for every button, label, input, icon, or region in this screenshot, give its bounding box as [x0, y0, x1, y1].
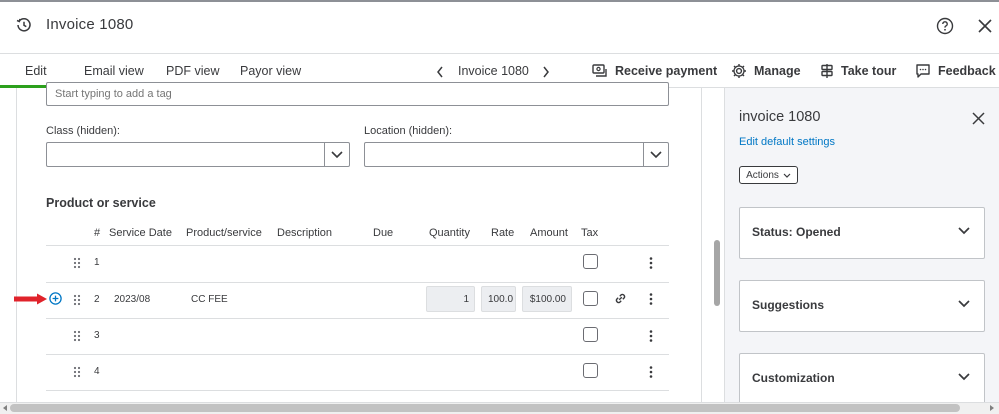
tab-payor-view[interactable]: Payor view — [240, 64, 301, 78]
status-accordion[interactable]: Status: Opened — [739, 207, 985, 259]
column-header-tax[interactable]: Tax — [581, 227, 598, 239]
amount-input[interactable]: $100.00 — [522, 286, 572, 312]
suggestions-accordion[interactable]: Suggestions — [739, 280, 985, 332]
product-service-cell[interactable]: CC FEE — [191, 294, 228, 305]
table-divider — [46, 390, 669, 391]
feedback-button[interactable]: Feedback — [915, 62, 996, 80]
chevron-down-icon — [958, 300, 970, 308]
receive-payment-icon — [592, 64, 607, 77]
edit-default-settings-link[interactable]: Edit default settings — [739, 136, 835, 148]
row-more-icon[interactable] — [649, 330, 653, 342]
chevron-down-icon — [958, 373, 970, 381]
close-panel-icon[interactable] — [972, 112, 985, 125]
row-more-icon[interactable] — [649, 366, 653, 378]
customization-accordion-label: Customization — [752, 371, 835, 385]
actions-label: Actions — [746, 169, 779, 181]
invoice-nav-label: Invoice 1080 — [458, 64, 529, 78]
tax-checkbox[interactable] — [583, 254, 598, 269]
next-invoice-icon[interactable] — [542, 66, 550, 78]
row-number: 1 — [94, 257, 100, 268]
page-header — [0, 2, 999, 54]
tab-edit[interactable]: Edit — [25, 64, 47, 78]
column-header-service-date[interactable]: Service Date — [109, 227, 172, 239]
row-number: 3 — [94, 330, 100, 341]
rate-input[interactable]: 100.0 — [481, 286, 516, 312]
location-field-label: Location (hidden): — [364, 125, 453, 137]
column-header-quantity[interactable]: Quantity — [429, 227, 470, 239]
feedback-icon — [916, 64, 930, 78]
customization-accordion[interactable]: Customization — [739, 353, 985, 405]
gear-icon — [732, 64, 746, 78]
take-tour-button[interactable]: Take tour — [820, 62, 896, 80]
drag-handle-icon[interactable] — [73, 366, 81, 378]
drag-handle-icon[interactable] — [73, 330, 81, 342]
scroll-right-icon[interactable] — [988, 404, 996, 412]
tab-email-view[interactable]: Email view — [84, 64, 144, 78]
manage-button[interactable]: Manage — [731, 62, 801, 80]
red-arrow-annotation — [14, 293, 48, 305]
panel-title: invoice 1080 — [739, 109, 821, 125]
row-more-icon[interactable] — [649, 293, 653, 305]
quantity-input[interactable]: 1 — [426, 286, 475, 312]
status-accordion-label: Status: Opened — [752, 225, 841, 239]
table-divider — [46, 354, 669, 355]
tax-checkbox[interactable] — [583, 291, 598, 306]
page-title: Invoice 1080 — [46, 16, 134, 33]
table-divider — [46, 318, 669, 319]
take-tour-label: Take tour — [841, 64, 897, 78]
row-number: 2 — [94, 294, 100, 305]
chevron-down-icon — [783, 173, 791, 178]
receive-payment-label: Receive payment — [615, 64, 718, 78]
class-select[interactable] — [46, 142, 350, 167]
table-divider — [46, 282, 669, 283]
help-icon[interactable] — [936, 17, 954, 35]
table-divider — [46, 245, 669, 246]
tax-checkbox[interactable] — [583, 327, 598, 342]
close-icon[interactable] — [978, 19, 992, 33]
chevron-down-icon — [958, 227, 970, 235]
receive-payment-button[interactable]: Receive payment — [592, 62, 717, 80]
column-header-description[interactable]: Description — [277, 227, 332, 239]
location-select[interactable] — [364, 142, 669, 167]
vertical-scrollbar[interactable] — [714, 240, 720, 306]
tax-checkbox[interactable] — [583, 363, 598, 378]
service-date-cell[interactable]: 2023/08 — [114, 294, 150, 305]
column-header-amount[interactable]: Amount — [530, 227, 568, 239]
history-icon[interactable] — [16, 17, 32, 33]
row-number: 4 — [94, 366, 100, 377]
horizontal-scrollbar-thumb[interactable] — [10, 404, 960, 412]
signpost-icon — [821, 64, 833, 78]
column-header-product-service[interactable]: Product/service — [186, 227, 262, 239]
scroll-left-icon[interactable] — [1, 404, 9, 412]
row-more-icon[interactable] — [649, 257, 653, 269]
previous-invoice-icon[interactable] — [436, 66, 444, 78]
link-icon[interactable] — [613, 291, 628, 306]
product-service-section-title: Product or service — [46, 196, 156, 210]
column-header-number: # — [94, 227, 101, 239]
chevron-down-icon[interactable] — [324, 143, 349, 166]
tags-input[interactable] — [46, 82, 669, 106]
feedback-label: Feedback — [938, 64, 996, 78]
drag-handle-icon[interactable] — [73, 257, 81, 269]
add-line-icon[interactable] — [49, 292, 62, 305]
column-header-due[interactable]: Due — [373, 227, 393, 239]
tab-pdf-view[interactable]: PDF view — [166, 64, 219, 78]
drag-handle-icon[interactable] — [73, 294, 81, 306]
column-header-rate[interactable]: Rate — [491, 227, 514, 239]
chevron-down-icon[interactable] — [643, 143, 668, 166]
suggestions-accordion-label: Suggestions — [752, 298, 825, 312]
class-field-label: Class (hidden): — [46, 125, 120, 137]
actions-dropdown[interactable]: Actions — [739, 166, 798, 184]
manage-label: Manage — [754, 64, 801, 78]
